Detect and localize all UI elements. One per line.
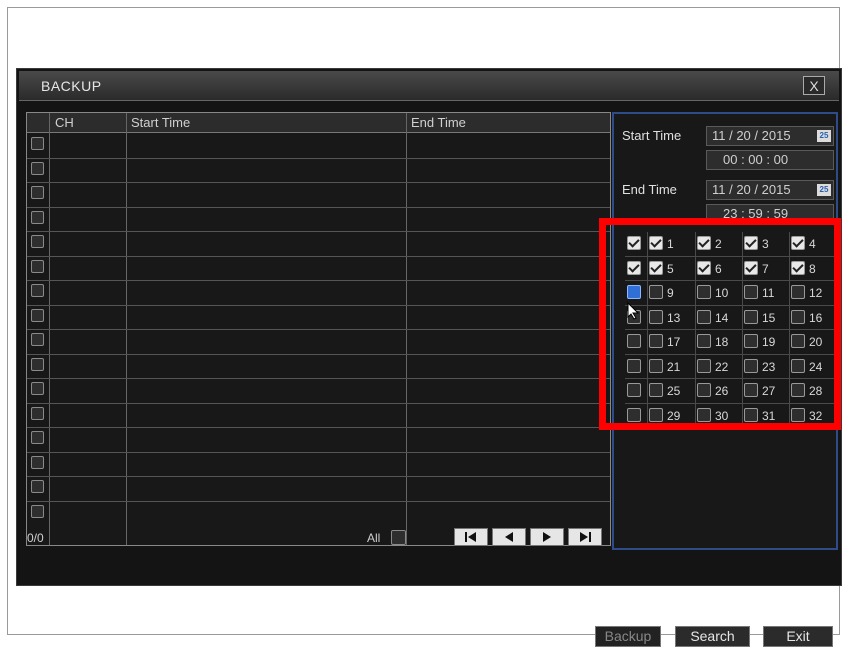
row-checkbox[interactable] [31, 137, 44, 150]
calendar-icon[interactable]: 25 [817, 130, 831, 142]
mouse-cursor-icon [627, 302, 639, 320]
row-checkbox[interactable] [31, 259, 44, 273]
backup-button[interactable]: Backup [595, 626, 661, 647]
table-row-divider [27, 500, 610, 502]
record-table: CH Start Time End Time [26, 112, 611, 546]
start-clock-field[interactable]: 00 : 00 : 00 [706, 150, 834, 170]
start-time-label: Start Time [622, 128, 682, 143]
first-page-button[interactable] [454, 528, 488, 546]
calendar-icon[interactable]: 25 [817, 184, 831, 196]
title-bar: BACKUP X [19, 71, 839, 101]
table-row-divider [27, 378, 610, 379]
table-header: CH Start Time End Time [27, 113, 610, 133]
header-start-time: Start Time [131, 115, 191, 130]
highlight-box [599, 218, 841, 430]
table-row-divider [27, 304, 610, 306]
table-row-divider [27, 231, 610, 232]
table-row-divider [27, 402, 610, 404]
row-checkbox[interactable] [31, 235, 44, 248]
close-button[interactable]: X [803, 76, 825, 95]
last-page-button[interactable] [568, 528, 602, 546]
prev-page-button[interactable] [492, 528, 526, 546]
table-row-divider [27, 353, 610, 355]
row-checkbox[interactable] [31, 210, 44, 224]
table-row-divider [27, 255, 610, 257]
end-date-field[interactable]: 11 / 20 / 2015 25 [706, 180, 834, 200]
start-date-value: 11 / 20 / 2015 [712, 128, 791, 143]
select-all-label: All [367, 531, 381, 545]
skip-first-icon [465, 532, 476, 542]
table-row-divider [27, 157, 610, 159]
table-row-divider [27, 476, 610, 477]
row-checkbox[interactable] [31, 186, 44, 199]
row-checkbox[interactable] [31, 480, 44, 493]
end-time-label: End Time [622, 182, 677, 197]
table-row-divider [27, 280, 610, 281]
skip-last-icon [580, 532, 591, 542]
row-checkbox[interactable] [31, 308, 44, 322]
table-row-divider [27, 451, 610, 453]
next-page-button[interactable] [530, 528, 564, 546]
start-date-field[interactable]: 11 / 20 / 2015 25 [706, 126, 834, 146]
prev-icon [505, 532, 513, 542]
row-checkbox[interactable] [31, 406, 44, 420]
table-row-divider [27, 182, 610, 183]
row-checkbox[interactable] [31, 284, 44, 297]
exit-button[interactable]: Exit [763, 626, 833, 647]
row-checkbox[interactable] [31, 382, 44, 395]
dialog-title: BACKUP [41, 78, 102, 94]
select-all-checkbox[interactable] [391, 530, 406, 545]
record-count: 0/0 [27, 531, 44, 545]
row-checkbox[interactable] [31, 455, 44, 469]
header-ch: CH [55, 115, 74, 130]
search-button[interactable]: Search [675, 626, 750, 647]
row-checkbox[interactable] [31, 161, 44, 175]
next-icon [543, 532, 551, 542]
end-date-value: 11 / 20 / 2015 [712, 182, 791, 197]
row-checkbox[interactable] [31, 357, 44, 371]
table-row-divider [27, 206, 610, 208]
row-checkbox[interactable] [31, 504, 44, 518]
row-checkbox[interactable] [31, 333, 44, 346]
header-end-time: End Time [411, 115, 466, 130]
table-row-divider [27, 329, 610, 330]
row-checkbox[interactable] [31, 431, 44, 444]
table-row-divider [27, 427, 610, 428]
